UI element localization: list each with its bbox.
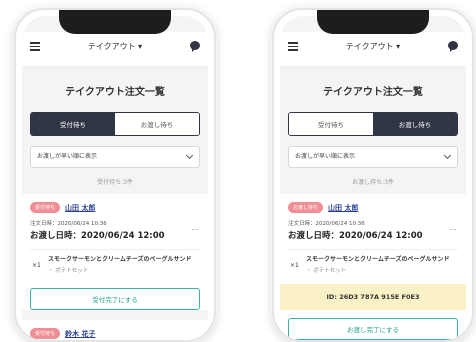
app-header: テイクアウト ▾ bbox=[280, 32, 466, 67]
item-name: スモークサーモンとクリームチーズのベーグルサンド bbox=[48, 256, 192, 263]
app-screen: テイクアウト ▾ テイクアウト注文一覧 受付待ち お渡し待ち お渡しが早い順に表… bbox=[22, 16, 208, 340]
delivery-datetime: お渡し日時：2020/06/24 12:00 bbox=[30, 231, 165, 241]
chat-icon[interactable] bbox=[448, 41, 458, 52]
app-screen: テイクアウト ▾ テイクアウト注文一覧 受付待ち お渡し待ち お渡しが早い順に表… bbox=[280, 16, 466, 340]
store-selector[interactable]: テイクアウト ▾ bbox=[22, 41, 208, 52]
customer-name-link[interactable]: 山田 太郎 bbox=[65, 203, 95, 213]
phone-notch bbox=[59, 10, 171, 34]
more-options-icon[interactable]: … bbox=[449, 223, 458, 232]
order-datetime: 注文日時：2020/06/24 10:36 bbox=[288, 221, 365, 227]
order-count: 受付待ち:3件 bbox=[97, 179, 133, 186]
complete-handover-button[interactable]: お渡し完了にする bbox=[288, 318, 458, 340]
order-card: 受付待ち 鈴木 花子 bbox=[22, 320, 208, 340]
item-quantity: ×1 bbox=[290, 262, 299, 269]
app-header: テイクアウト ▾ bbox=[22, 32, 208, 67]
order-count: お渡し待ち:3件 bbox=[352, 179, 394, 186]
order-datetime: 注文日時：2020/06/24 10:36 bbox=[30, 221, 107, 227]
item-quantity: ×1 bbox=[32, 262, 41, 269]
sort-label: お渡しが早い順に表示 bbox=[37, 153, 98, 160]
order-card: 受付待ち 山田 太郎 注文日時：2020/06/24 10:36 … お渡し日時… bbox=[22, 194, 208, 310]
item-option: ・ ポテトセット bbox=[306, 268, 347, 274]
order-id-display: ID: 26D3 787A 915E F0E3 bbox=[280, 284, 466, 310]
chevron-down-icon bbox=[185, 151, 194, 160]
item-name: スモークサーモンとクリームチーズのベーグルサンド bbox=[306, 256, 450, 263]
status-badge: 受付待ち bbox=[30, 202, 61, 213]
tab-waiting-handover[interactable]: お渡し待ち bbox=[373, 113, 457, 135]
order-card: お渡し待ち 山田 太郎 注文日時：2020/06/24 10:36 … お渡し日… bbox=[280, 194, 466, 340]
page-title: テイクアウト注文一覧 bbox=[323, 87, 423, 98]
tab-waiting-reception[interactable]: 受付待ち bbox=[289, 113, 373, 135]
order-item: ×1 スモークサーモンとクリームチーズのベーグルサンド ・ ポテトセット bbox=[288, 249, 458, 280]
chevron-down-icon bbox=[443, 151, 452, 160]
page-title: テイクアウト注文一覧 bbox=[65, 87, 165, 98]
sort-label: お渡しが早い順に表示 bbox=[295, 153, 356, 160]
phone-mockup-right: テイクアウト ▾ テイクアウト注文一覧 受付待ち お渡し待ち お渡しが早い順に表… bbox=[272, 8, 474, 342]
customer-name-link[interactable]: 鈴木 花子 bbox=[65, 329, 95, 339]
store-selector[interactable]: テイクアウト ▾ bbox=[280, 41, 466, 52]
customer-name-link[interactable]: 山田 太郎 bbox=[328, 203, 358, 213]
phone-mockup-left: テイクアウト ▾ テイクアウト注文一覧 受付待ち お渡し待ち お渡しが早い順に表… bbox=[14, 8, 216, 342]
tab-waiting-reception[interactable]: 受付待ち bbox=[31, 113, 115, 135]
status-tabs: 受付待ち お渡し待ち bbox=[288, 112, 458, 136]
status-badge: 受付待ち bbox=[30, 328, 61, 339]
order-item: ×1 スモークサーモンとクリームチーズのベーグルサンド ・ ポテトセット bbox=[30, 249, 200, 280]
complete-reception-button[interactable]: 受付完了にする bbox=[30, 288, 200, 310]
item-option: ・ ポテトセット bbox=[48, 268, 89, 274]
status-tabs: 受付待ち お渡し待ち bbox=[30, 112, 200, 136]
phone-notch bbox=[317, 10, 429, 34]
sort-select[interactable]: お渡しが早い順に表示 bbox=[30, 146, 200, 168]
more-options-icon[interactable]: … bbox=[191, 223, 200, 232]
chat-icon[interactable] bbox=[190, 41, 200, 52]
sort-select[interactable]: お渡しが早い順に表示 bbox=[288, 146, 458, 168]
delivery-datetime: お渡し日時：2020/06/24 12:00 bbox=[288, 231, 423, 241]
tab-waiting-handover[interactable]: お渡し待ち bbox=[115, 113, 199, 135]
status-badge: お渡し待ち bbox=[288, 202, 324, 213]
